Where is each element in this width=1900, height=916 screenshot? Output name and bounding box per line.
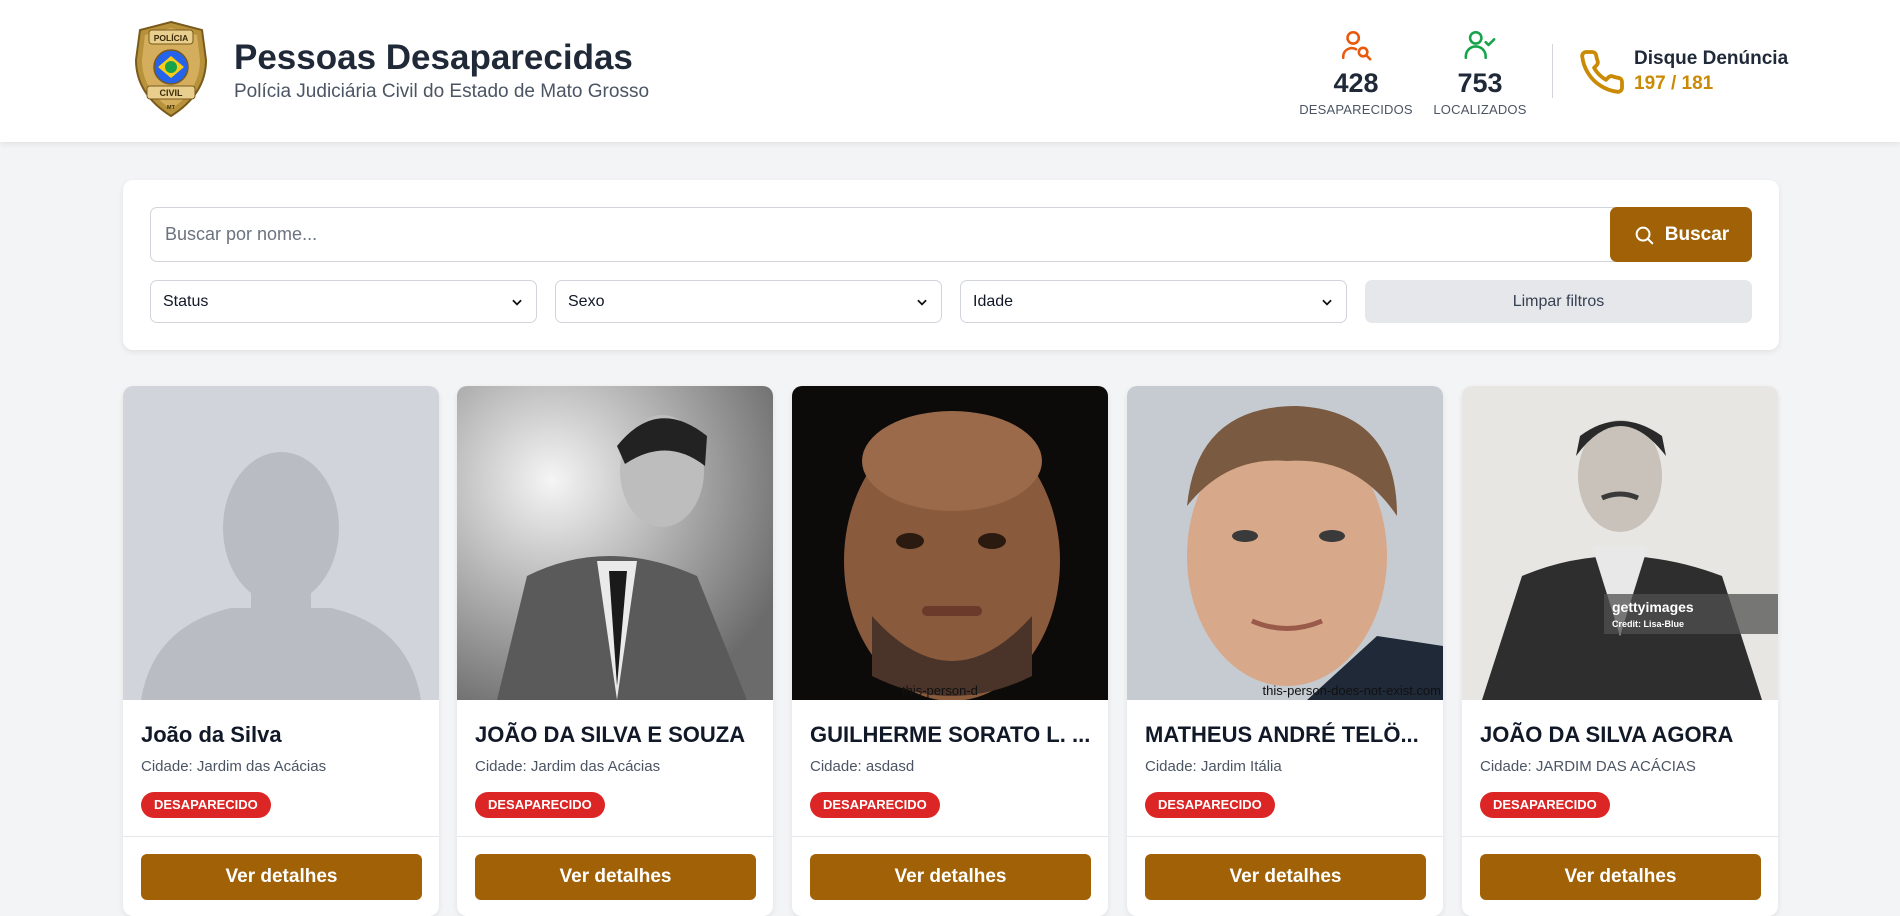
status-badge: DESAPARECIDO — [475, 792, 605, 818]
status-badge: DESAPARECIDO — [1480, 792, 1610, 818]
person-photo[interactable]: this-person-d — [792, 386, 1108, 700]
chevron-down-icon — [512, 299, 522, 306]
person-card[interactable]: gettyimages Credit: Lisa-Blue JOÃO DA SI… — [1462, 386, 1778, 916]
person-city: Cidade: Jardim Itália — [1145, 758, 1282, 775]
status-badge: DESAPARECIDO — [1145, 792, 1275, 818]
photo-watermark: this-person-does-not-exist.com — [1262, 683, 1441, 698]
person-card[interactable]: João da Silva Cidade: Jardim das Acácias… — [123, 386, 439, 916]
logo-top-text: POLÍCIA — [154, 33, 188, 43]
card-divider — [792, 836, 1108, 837]
sex-select[interactable]: Sexo — [555, 280, 942, 323]
card-divider — [123, 836, 439, 837]
search-icon — [1635, 226, 1654, 244]
photo-watermark: this-person-d — [902, 683, 978, 698]
age-select-value: Idade — [973, 292, 1014, 310]
person-city: Cidade: asdasd — [810, 758, 915, 775]
stat-found-value: 753 — [1457, 68, 1503, 98]
person-card[interactable]: this-person-d GUILHERME SORATO L. ... Ci… — [792, 386, 1108, 916]
view-details-button[interactable]: Ver detalhes — [810, 854, 1091, 900]
silhouette-icon — [123, 386, 439, 700]
search-button[interactable]: Buscar — [1610, 207, 1752, 262]
chevron-down-icon — [1322, 299, 1332, 306]
sex-select-value: Sexo — [568, 292, 605, 310]
user-check-icon — [1464, 30, 1496, 60]
card-divider — [1127, 836, 1443, 837]
person-city: Cidade: Jardim das Acácias — [141, 758, 327, 775]
person-name: MATHEUS ANDRÉ TELÖ... — [1145, 722, 1419, 747]
getty-watermark: gettyimages — [1612, 599, 1694, 615]
search-input[interactable] — [150, 207, 1715, 262]
status-select-value: Status — [163, 292, 209, 310]
person-city: Cidade: Jardim das Acácias — [475, 758, 661, 775]
clear-filters-button[interactable]: Limpar filtros — [1365, 280, 1752, 323]
status-badge: DESAPARECIDO — [141, 792, 271, 818]
person-photo[interactable]: this-person-does-not-exist.com — [1127, 386, 1443, 700]
card-divider — [1462, 836, 1778, 837]
search-panel: Buscar Status Sexo Idade Limpar filtros — [123, 180, 1779, 350]
logo-bottom-text: CIVIL — [159, 88, 183, 98]
card-divider — [457, 836, 773, 837]
phone-icon — [1580, 50, 1624, 94]
page-title: Pessoas Desaparecidas — [234, 38, 633, 77]
person-photo[interactable]: gettyimages Credit: Lisa-Blue — [1462, 386, 1778, 700]
person-name: JOÃO DA SILVA AGORA — [1480, 722, 1734, 747]
stat-found-label: LOCALIZADOS — [1433, 102, 1527, 117]
person-card[interactable]: JOÃO DA SILVA E SOUZA Cidade: Jardim das… — [457, 386, 773, 916]
header-divider — [1552, 44, 1553, 98]
getty-credit: Credit: Lisa-Blue — [1612, 619, 1684, 629]
status-badge: DESAPARECIDO — [810, 792, 940, 818]
person-card[interactable]: this-person-does-not-exist.com MATHEUS A… — [1127, 386, 1443, 916]
person-name: João da Silva — [141, 722, 282, 747]
view-details-button[interactable]: Ver detalhes — [1480, 854, 1761, 900]
user-search-icon — [1341, 30, 1372, 61]
view-details-button[interactable]: Ver detalhes — [141, 854, 422, 900]
person-photo-placeholder[interactable] — [123, 386, 439, 700]
view-details-button[interactable]: Ver detalhes — [1145, 854, 1426, 900]
hotline-title: Disque Denúncia — [1634, 48, 1789, 69]
person-name: JOÃO DA SILVA E SOUZA — [475, 722, 746, 747]
page-subtitle: Polícia Judiciária Civil do Estado de Ma… — [234, 81, 650, 102]
person-photo[interactable] — [457, 386, 773, 700]
age-select[interactable]: Idade — [960, 280, 1347, 323]
person-name: GUILHERME SORATO L. ... — [810, 722, 1091, 747]
police-badge-logo[interactable]: POLÍCIA CIVIL MT — [132, 20, 210, 118]
view-details-button[interactable]: Ver detalhes — [475, 854, 756, 900]
status-select[interactable]: Status — [150, 280, 537, 323]
stat-found: 753 LOCALIZADOS — [1405, 28, 1555, 117]
app-header: POLÍCIA CIVIL MT Pessoas Desaparecidas P… — [0, 0, 1900, 142]
search-button-label: Buscar — [1664, 223, 1730, 245]
hotline-numbers[interactable]: 197 / 181 — [1634, 73, 1713, 95]
chevron-down-icon — [917, 299, 927, 306]
logo-state-text: MT — [167, 105, 176, 111]
person-city: Cidade: JARDIM DAS ACÁCIAS — [1480, 758, 1696, 775]
